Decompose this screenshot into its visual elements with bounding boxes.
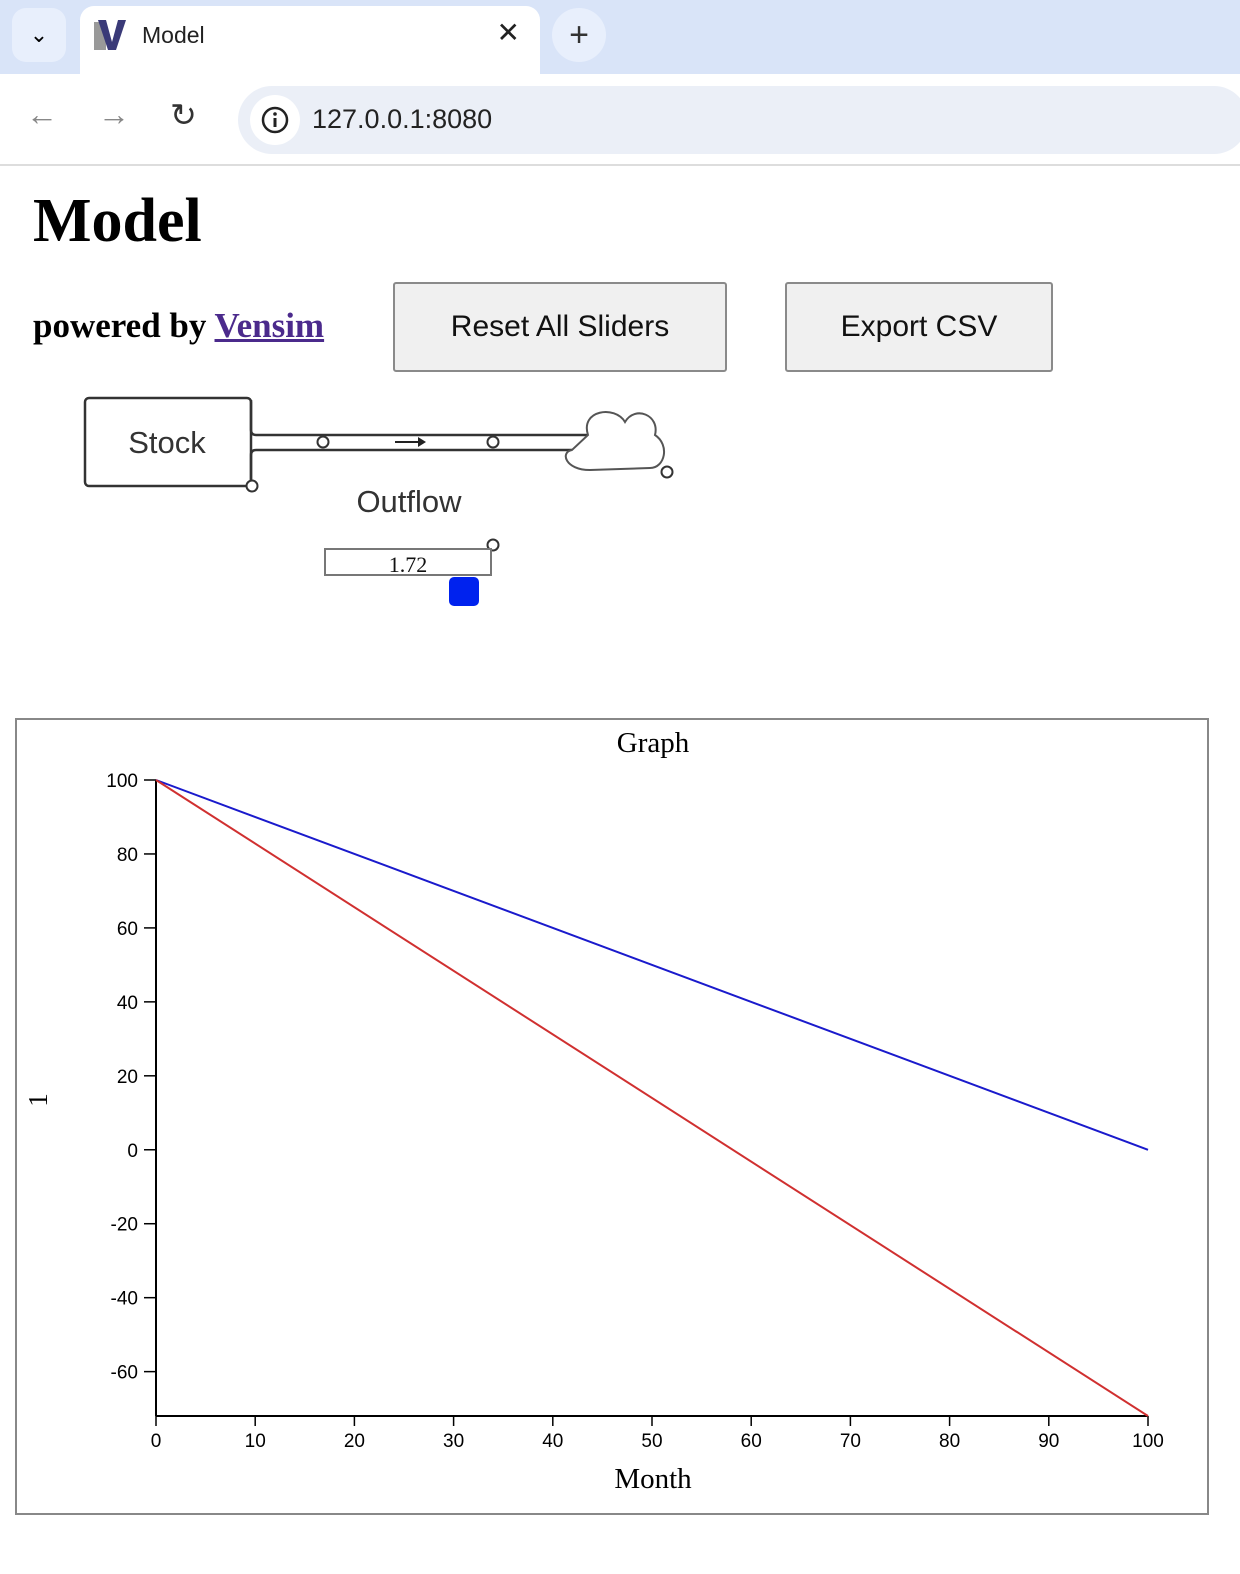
- y-tick-label: 40: [117, 993, 138, 1014]
- powered-by: powered by Vensim: [33, 306, 324, 346]
- browser-toolbar: ← → ↻ 127.0.0.1:8080: [0, 74, 1240, 166]
- series-line-1: [155, 779, 1149, 1151]
- y-axis-label: 1: [23, 1093, 53, 1107]
- graph-panel: Graph Month 1 100 80 60 40 20 0 -20 -40 -60 0 10 20…: [15, 718, 1209, 1515]
- x-tick-label: 40: [542, 1431, 563, 1452]
- x-tick-label: 60: [741, 1431, 762, 1452]
- x-tick-label: 90: [1038, 1431, 1059, 1452]
- forward-icon[interactable]: →: [98, 96, 130, 133]
- y-tick-label: 60: [117, 919, 138, 940]
- reset-sliders-button[interactable]: Reset All Sliders: [393, 282, 727, 372]
- y-tick-label: -40: [111, 1289, 138, 1310]
- powered-by-label: powered by: [33, 306, 215, 345]
- model-diagram: Stock Outflow 1.72: [83, 396, 674, 606]
- x-tick-label: 50: [641, 1431, 662, 1452]
- page-title: Model: [33, 187, 202, 255]
- x-tick-label: 30: [443, 1431, 464, 1452]
- y-tick-label: -20: [111, 1215, 138, 1236]
- x-tick-label: 10: [245, 1431, 266, 1452]
- info-icon[interactable]: [250, 95, 300, 145]
- chart-title: Graph: [617, 727, 690, 759]
- vensim-link[interactable]: Vensim: [215, 306, 325, 345]
- y-tick-label: 0: [127, 1141, 138, 1162]
- y-tick-label: 20: [117, 1067, 138, 1088]
- vensim-favicon: [94, 20, 126, 50]
- stock-label: Stock: [128, 425, 206, 460]
- tab-title: Model: [142, 22, 205, 48]
- reload-icon[interactable]: ↻: [170, 96, 197, 134]
- x-tick-label: 80: [939, 1431, 960, 1452]
- url-text[interactable]: 127.0.0.1:8080: [312, 104, 492, 135]
- new-tab-button[interactable]: +: [552, 8, 606, 62]
- x-tick-label: 0: [151, 1431, 162, 1452]
- flow-arrow-icon: [418, 437, 426, 447]
- tab-search-button[interactable]: ⌄: [12, 8, 66, 62]
- chevron-down-icon: ⌄: [29, 22, 49, 47]
- slider-handle[interactable]: [449, 577, 479, 606]
- series-line-2: [155, 779, 1149, 1417]
- back-icon[interactable]: ←: [26, 96, 58, 133]
- browser-tab[interactable]: Model ✕: [80, 6, 540, 76]
- cloud-icon: [564, 411, 665, 472]
- y-tick-label: 80: [117, 845, 138, 866]
- address-bar[interactable]: 127.0.0.1:8080: [238, 86, 1240, 154]
- export-csv-button[interactable]: Export CSV: [785, 282, 1053, 372]
- slider-value: 1.72: [389, 552, 428, 577]
- outflow-label: Outflow: [356, 484, 462, 519]
- close-icon[interactable]: ✕: [497, 16, 520, 49]
- x-tick-label: 70: [840, 1431, 861, 1452]
- line-chart: Graph Month 1 100 80 60 40 20 0 -20 -40 -60 0 10 20…: [23, 727, 1164, 1495]
- y-tick-label: 100: [106, 771, 138, 792]
- plus-icon: +: [569, 15, 589, 54]
- x-axis-label: Month: [614, 1463, 692, 1495]
- y-tick-label: -60: [111, 1363, 138, 1384]
- x-tick-label: 100: [1132, 1431, 1164, 1452]
- x-tick-label: 20: [344, 1431, 365, 1452]
